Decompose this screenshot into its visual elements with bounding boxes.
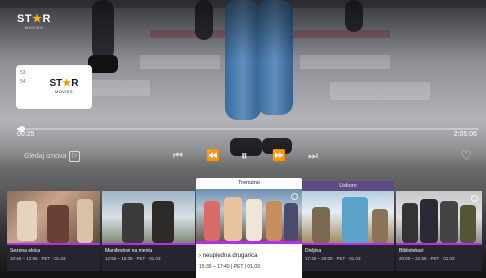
time-total: 2:05:06 — [453, 131, 477, 138]
watch-from-start-label: Gledaj iznova — [24, 153, 67, 160]
program-thumbnail — [302, 191, 394, 243]
program-card-current[interactable]: › neupledna drugarica 15:35 – 17:40 | PE… — [196, 189, 302, 278]
program-thumbnail — [7, 191, 100, 243]
program-thumbnail — [396, 191, 482, 243]
program-time: 12:55 – 15:35 · PET · 01.03 — [105, 256, 161, 261]
tab-now[interactable]: Trenutno — [196, 178, 302, 189]
program-title: Manifestovi na meniu — [105, 248, 153, 254]
select-indicator-icon — [291, 193, 298, 200]
restart-icon: ▷ — [69, 151, 81, 162]
progress-bar[interactable] — [17, 126, 479, 132]
program-time: 10:40 – 12:55 · PET · 01.03 — [10, 256, 66, 261]
skip-back-icon[interactable]: ⏮ — [173, 149, 183, 163]
pause-icon[interactable]: ⏸ — [241, 149, 248, 163]
program-title: › neupledna drugarica — [199, 253, 258, 259]
program-time: 20:00 – 21:55 · PET · 01.03 — [399, 256, 455, 261]
channel-card[interactable]: 53 54 ST★R MOVIES — [16, 65, 92, 109]
star-icon: ★ — [62, 78, 72, 89]
channel-card-logo: ST★R MOVIES — [49, 78, 79, 95]
program-title: Sezona ekica — [10, 248, 41, 254]
program-title: Bibliotekari — [399, 248, 424, 254]
favorite-icon[interactable]: ♡ — [460, 148, 472, 164]
program-thumbnail — [196, 189, 302, 241]
program-card[interactable]: Divljina 17:40 – 20:00 · PET · 01.03 — [302, 191, 394, 271]
program-thumbnail — [102, 191, 195, 243]
playback-controls: Gledaj iznova ▷ ⏮ ⏪ ⏸ ⏩ ⏭ ♡ — [0, 147, 486, 167]
skip-forward-icon[interactable]: ⏭ — [308, 149, 318, 163]
program-card[interactable]: Manifestovi na meniu 12:55 – 15:35 · PET… — [102, 191, 195, 271]
star-icon: ★ — [32, 13, 43, 25]
select-indicator-icon — [471, 195, 478, 202]
tv-player-screen: ST★R MOVIES 53 54 ST★R MOVIES 00:25 2:05… — [0, 0, 486, 278]
rewind-icon[interactable]: ⏪ — [206, 149, 220, 163]
watch-from-start-button[interactable]: Gledaj iznova ▷ — [24, 151, 81, 162]
program-title: Divljina — [305, 248, 322, 254]
program-card[interactable]: Bibliotekari 20:00 – 21:55 · PET · 01.03 — [396, 191, 482, 271]
channel-number-current: 54 — [20, 79, 26, 85]
channel-number-prev: 53 — [20, 70, 26, 76]
channel-logo: ST★R MOVIES — [17, 13, 51, 30]
time-current: 00:25 — [17, 131, 35, 138]
fast-forward-icon[interactable]: ⏩ — [272, 149, 286, 163]
program-time: 15:35 – 17:40 | PET | 01.03 — [199, 264, 260, 270]
program-card[interactable]: Sezona ekica 10:40 – 12:55 · PET · 01.03 — [7, 191, 100, 271]
tab-upcoming[interactable]: Uskoro — [302, 181, 394, 191]
program-time: 17:40 – 20:00 · PET · 01.03 — [305, 256, 361, 261]
